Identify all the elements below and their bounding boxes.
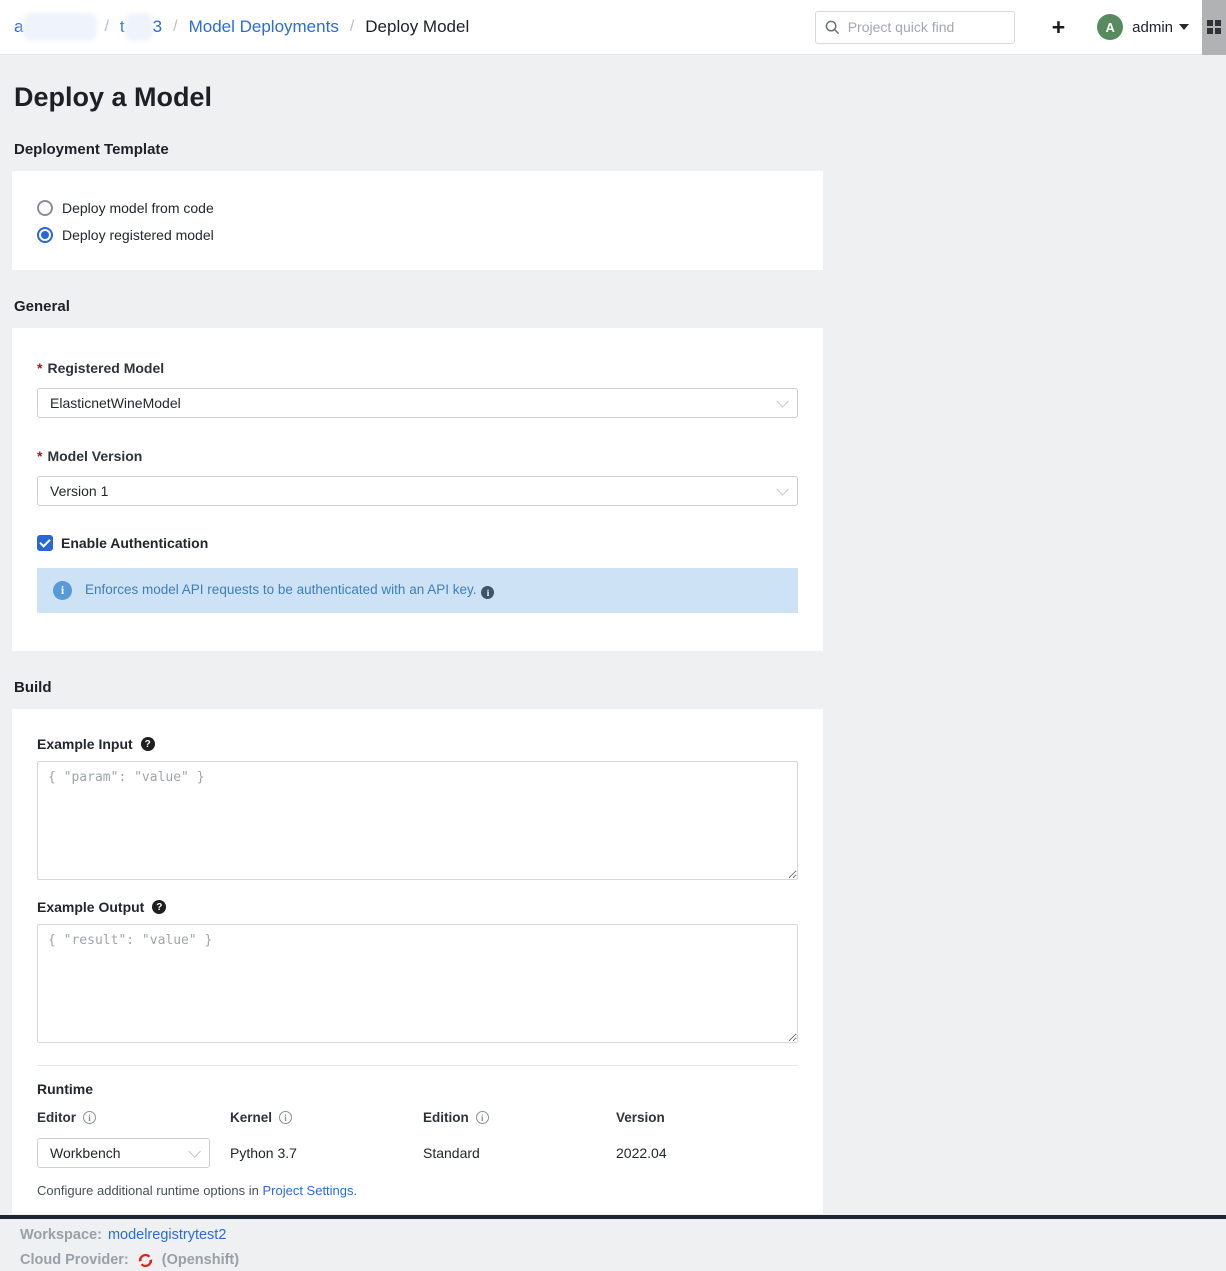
enable-authentication-label: Enable Authentication [61, 535, 208, 551]
radio-label: Deploy model from code [62, 200, 214, 216]
registered-model-label: *Registered Model [37, 360, 798, 376]
enable-authentication-row[interactable]: Enable Authentication [37, 535, 798, 551]
top-navbar: a / t3 / Model Deployments / Deploy Mode… [0, 0, 1226, 55]
example-output-textarea[interactable] [37, 924, 798, 1043]
runtime-grid: Editor i Workbench Kernel i Python 3.7 E… [37, 1110, 798, 1168]
breadcrumb-item-project[interactable]: t3 [120, 17, 162, 38]
chevron-down-icon [776, 395, 789, 408]
page-title: Deploy a Model [14, 55, 1226, 113]
main-content: Deploy a Model Deployment Template Deplo… [0, 55, 1226, 1214]
editor-select[interactable]: Workbench [37, 1138, 210, 1168]
project-settings-link[interactable]: Project Settings. [262, 1183, 357, 1198]
deployment-template-card: Deploy model from code Deploy registered… [12, 171, 823, 270]
example-output-label: Example Output ? [37, 899, 798, 915]
registered-model-value: ElasticnetWineModel [50, 395, 181, 411]
model-version-label: *Model Version [37, 448, 798, 464]
project-quick-find[interactable] [815, 11, 1015, 44]
user-menu[interactable]: A admin [1097, 14, 1189, 40]
search-icon [825, 20, 840, 35]
runtime-title: Runtime [37, 1081, 798, 1097]
required-marker: * [37, 448, 42, 464]
runtime-col-editor: Editor i Workbench [37, 1110, 230, 1168]
header-actions: + A admin [815, 0, 1226, 55]
cloud-provider-row: Cloud Provider: (Openshift) [20, 1249, 1226, 1271]
breadcrumb: a / t3 / Model Deployments / Deploy Mode… [14, 17, 469, 38]
version-value: 2022.04 [616, 1138, 667, 1168]
kernel-label: Kernel i [230, 1110, 423, 1125]
kernel-value: Python 3.7 [230, 1138, 423, 1168]
authentication-info-alert: i Enforces model API requests to be auth… [37, 568, 798, 613]
page-footer: Workspace: modelregistrytest2 Cloud Prov… [0, 1214, 1226, 1271]
divider [37, 1065, 798, 1066]
alert-text: Enforces model API requests to be authen… [85, 582, 494, 600]
build-card: Example Input ? Example Output ? Runtime… [12, 709, 823, 1214]
bottom-bar [0, 1215, 1226, 1219]
example-input-label: Example Input ? [37, 736, 798, 752]
radio-deploy-from-code[interactable]: Deploy model from code [37, 200, 798, 216]
chevron-down-icon [776, 483, 789, 496]
model-version-value: Version 1 [50, 483, 108, 499]
radio-deploy-registered-model[interactable]: Deploy registered model [37, 227, 798, 243]
workspace-label: Workspace: [20, 1224, 102, 1246]
info-icon[interactable]: i [83, 1111, 96, 1124]
avatar: A [1097, 14, 1123, 40]
required-marker: * [37, 360, 42, 376]
editor-label: Editor i [37, 1110, 230, 1125]
edition-value: Standard [423, 1138, 616, 1168]
workspace-row: Workspace: modelregistrytest2 [20, 1224, 1226, 1246]
breadcrumb-item-model-deployments[interactable]: Model Deployments [189, 17, 339, 37]
apps-menu-button[interactable] [1202, 0, 1226, 55]
info-icon[interactable]: i [476, 1111, 489, 1124]
edition-label: Edition i [423, 1110, 616, 1125]
editor-value: Workbench [50, 1145, 121, 1161]
version-label: Version [616, 1110, 667, 1125]
info-icon-dark[interactable]: i [481, 586, 494, 599]
breadcrumb-item-owner[interactable]: a [14, 17, 93, 38]
runtime-col-edition: Edition i Standard [423, 1110, 616, 1168]
runtime-col-version: Version 2022.04 [616, 1110, 667, 1168]
chevron-down-icon [1179, 24, 1189, 30]
checkbox-checked-icon[interactable] [37, 535, 53, 551]
info-icon[interactable]: i [279, 1111, 292, 1124]
workspace-link[interactable]: modelregistrytest2 [108, 1224, 226, 1246]
breadcrumb-separator: / [104, 18, 108, 36]
help-icon[interactable]: ? [141, 737, 155, 751]
runtime-col-kernel: Kernel i Python 3.7 [230, 1110, 423, 1168]
general-card: *Registered Model ElasticnetWineModel *M… [12, 328, 823, 651]
help-icon[interactable]: ? [152, 900, 166, 914]
radio-icon[interactable] [37, 200, 53, 216]
radio-icon-selected[interactable] [37, 227, 53, 243]
breadcrumb-separator: / [350, 18, 354, 36]
breadcrumb-item-current: Deploy Model [365, 17, 469, 37]
info-icon: i [53, 581, 72, 600]
apps-grid-icon [1207, 20, 1221, 34]
openshift-icon [137, 1252, 154, 1269]
breadcrumb-separator: / [173, 18, 177, 36]
model-version-select[interactable]: Version 1 [37, 476, 798, 506]
chevron-down-icon [188, 1145, 201, 1158]
radio-label: Deploy registered model [62, 227, 214, 243]
user-name: admin [1132, 19, 1173, 36]
section-label-build: Build [14, 679, 1226, 696]
section-label-general: General [14, 298, 1226, 315]
add-button[interactable]: + [1046, 12, 1071, 43]
cloud-provider-label: Cloud Provider: [20, 1249, 129, 1271]
configure-runtime-note: Configure additional runtime options in … [37, 1183, 798, 1202]
search-input[interactable] [848, 19, 1005, 35]
cloud-provider-value: (Openshift) [162, 1249, 239, 1271]
section-label-deployment-template: Deployment Template [14, 141, 1226, 158]
redacted-text [129, 17, 149, 37]
example-input-textarea[interactable] [37, 761, 798, 880]
redacted-text [27, 17, 93, 37]
registered-model-select[interactable]: ElasticnetWineModel [37, 388, 798, 418]
